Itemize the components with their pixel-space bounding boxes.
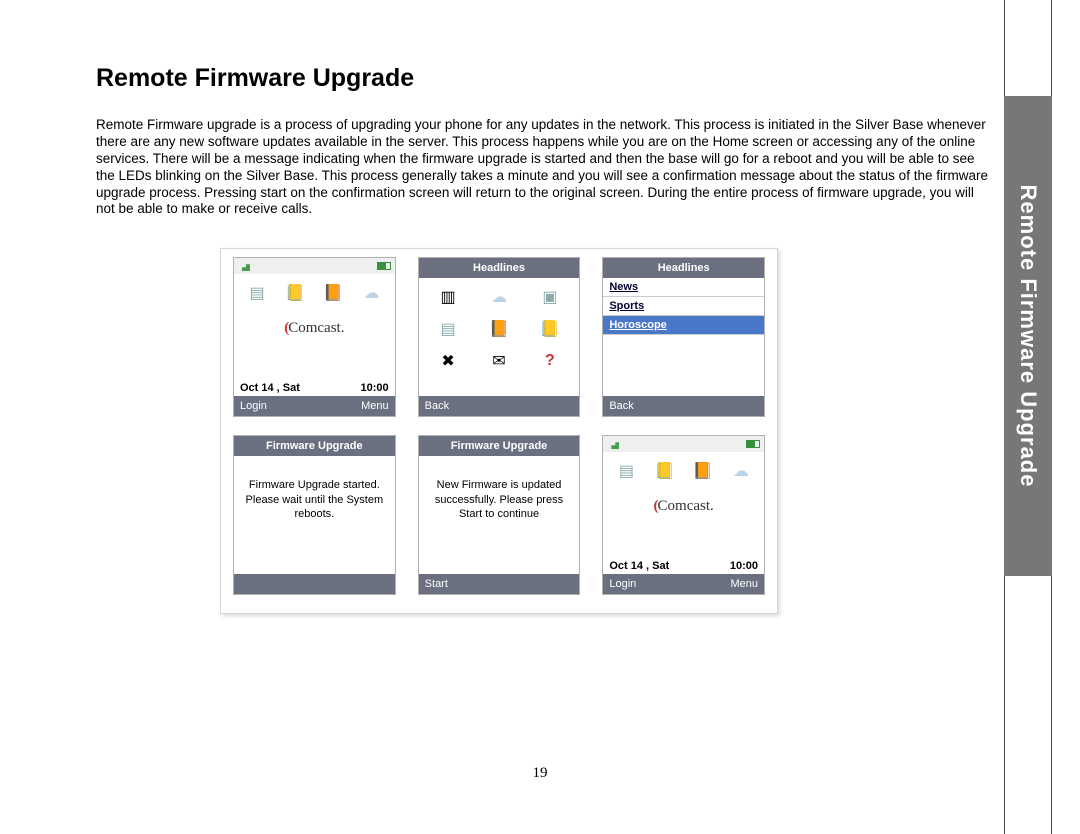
body-paragraph: Remote Firmware upgrade is a process of … [96, 117, 990, 218]
side-tab: Remote Firmware Upgrade [1004, 96, 1052, 576]
list-item[interactable]: Sports [603, 297, 764, 316]
news-icon: ▥ [435, 284, 461, 310]
book-orange-icon: 📙 [486, 316, 512, 342]
softkey-left[interactable]: Start [425, 578, 448, 590]
signal-icon [238, 261, 250, 271]
doc-icon: ▤ [613, 458, 639, 484]
book-yellow-icon: 📒 [282, 280, 308, 306]
screen-home-2: ▤ 📒 📙 ☁ Comcast. Oct 14 , Sat 10:00 Logi… [602, 435, 765, 595]
screen-title: Headlines [419, 258, 580, 278]
list-item-selected[interactable]: Horoscope [603, 316, 764, 335]
book-orange-icon: 📙 [690, 458, 716, 484]
screen-headlines-list: Headlines News Sports Horoscope Back [602, 257, 765, 417]
softkey-right[interactable]: Menu [730, 578, 758, 590]
page-title: Remote Firmware Upgrade [96, 64, 990, 93]
brand-logo: Comcast. [603, 498, 764, 515]
cloud-icon: ☁ [728, 458, 754, 484]
cloud-icon: ☁ [359, 280, 385, 306]
message-text: New Firmware is updated successfully. Pl… [419, 456, 580, 521]
date-label: Oct 14 , Sat [240, 382, 300, 394]
softkey-left[interactable]: Login [240, 400, 267, 412]
brand-logo: Comcast. [234, 320, 395, 337]
book-yellow-icon: 📒 [537, 316, 563, 342]
softkey-right[interactable]: Menu [361, 400, 389, 412]
screen-fw-started: Firmware Upgrade Firmware Upgrade starte… [233, 435, 396, 595]
screenshot-composite: ▤ 📒 📙 ☁ Comcast. Oct 14 , Sat 10:00 Logi… [220, 248, 778, 614]
screen-fw-done: Firmware Upgrade New Firmware is updated… [418, 435, 581, 595]
signal-icon [607, 439, 619, 449]
battery-icon [377, 262, 391, 270]
status-bar [603, 436, 764, 452]
doc-icon: ▤ [244, 280, 270, 306]
time-label: 10:00 [730, 560, 758, 572]
message-text: Firmware Upgrade started. Please wait un… [234, 456, 395, 521]
list-item[interactable]: News [603, 278, 764, 297]
softkey-left[interactable]: Login [609, 578, 636, 590]
cloud-icon: ☁ [486, 284, 512, 310]
page-icon: ▣ [537, 284, 563, 310]
book-yellow-icon: 📒 [652, 458, 678, 484]
side-tab-label: Remote Firmware Upgrade [1015, 185, 1041, 488]
softkey-left[interactable]: Back [609, 400, 633, 412]
screen-home-1: ▤ 📒 📙 ☁ Comcast. Oct 14 , Sat 10:00 Logi… [233, 257, 396, 417]
screen-title: Headlines [603, 258, 764, 278]
mail-icon: ✉ [486, 348, 512, 374]
tools-icon: ✖ [435, 348, 461, 374]
time-label: 10:00 [361, 382, 389, 394]
doc-icon: ▤ [435, 316, 461, 342]
screen-headlines-grid: Headlines ▥ ☁ ▣ ▤ 📙 📒 ✖ ✉ [418, 257, 581, 417]
date-label: Oct 14 , Sat [609, 560, 669, 572]
page-number: 19 [0, 765, 1080, 782]
softkey-left[interactable]: Back [425, 400, 449, 412]
help-icon: ? [537, 348, 563, 374]
screen-title: Firmware Upgrade [419, 436, 580, 456]
book-orange-icon: 📙 [320, 280, 346, 306]
battery-icon [746, 440, 760, 448]
status-bar [234, 258, 395, 274]
screen-title: Firmware Upgrade [234, 436, 395, 456]
